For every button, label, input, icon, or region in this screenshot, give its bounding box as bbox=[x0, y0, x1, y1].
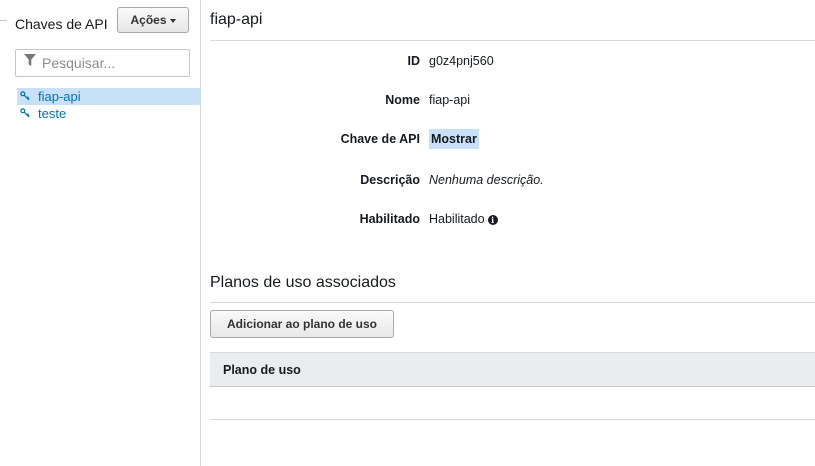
enabled-label: Habilitado bbox=[359, 212, 420, 226]
sidebar-title: Chaves de API bbox=[15, 16, 108, 32]
page-title: fiap-api bbox=[210, 11, 263, 28]
usage-plan-table-body bbox=[210, 387, 815, 420]
key-icon bbox=[20, 89, 30, 104]
id-value: g0z4pnj560 bbox=[429, 54, 494, 68]
show-key-link[interactable]: Mostrar bbox=[429, 129, 479, 149]
title-divider bbox=[210, 40, 815, 41]
actions-dropdown-button[interactable]: Ações bbox=[117, 7, 189, 33]
name-label: Nome bbox=[385, 93, 420, 107]
column-header-usage-plan[interactable]: Plano de uso bbox=[223, 363, 301, 377]
api-key-detail-panel: fiap-api ID g0z4pnj560 Nome fiap-api Cha… bbox=[210, 0, 815, 466]
name-value: fiap-api bbox=[429, 93, 470, 107]
add-to-usage-plan-button[interactable]: Adicionar ao plano de uso bbox=[210, 310, 394, 338]
info-icon[interactable]: i bbox=[487, 215, 498, 225]
description-label: Descrição bbox=[360, 173, 420, 187]
filter-icon bbox=[24, 54, 36, 72]
usage-plans-title: Planos de uso associados bbox=[210, 274, 396, 291]
list-item-fiap-api[interactable]: fiap-api bbox=[17, 88, 200, 105]
key-icon bbox=[20, 106, 30, 121]
list-item-teste[interactable]: teste bbox=[17, 105, 200, 122]
list-item-label: teste bbox=[38, 106, 67, 121]
id-label: ID bbox=[407, 54, 421, 68]
search-input[interactable] bbox=[42, 55, 182, 71]
api-key-label: Chave de API bbox=[340, 132, 420, 146]
enabled-value-wrap: Habilitado i bbox=[429, 212, 498, 226]
list-item-label: fiap-api bbox=[38, 89, 81, 104]
api-key-list: fiap-api teste bbox=[17, 88, 200, 122]
caret-down-icon bbox=[169, 18, 176, 23]
api-keys-sidebar: Chaves de API Ações fiap-api teste bbox=[7, 0, 201, 466]
description-value: Nenhuma descrição. bbox=[429, 173, 544, 187]
search-field[interactable] bbox=[15, 49, 190, 77]
actions-button-label: Ações bbox=[130, 13, 167, 27]
section-divider bbox=[210, 302, 815, 303]
usage-plan-table-header: Plano de uso bbox=[210, 352, 815, 387]
enabled-value: Habilitado bbox=[429, 212, 485, 226]
